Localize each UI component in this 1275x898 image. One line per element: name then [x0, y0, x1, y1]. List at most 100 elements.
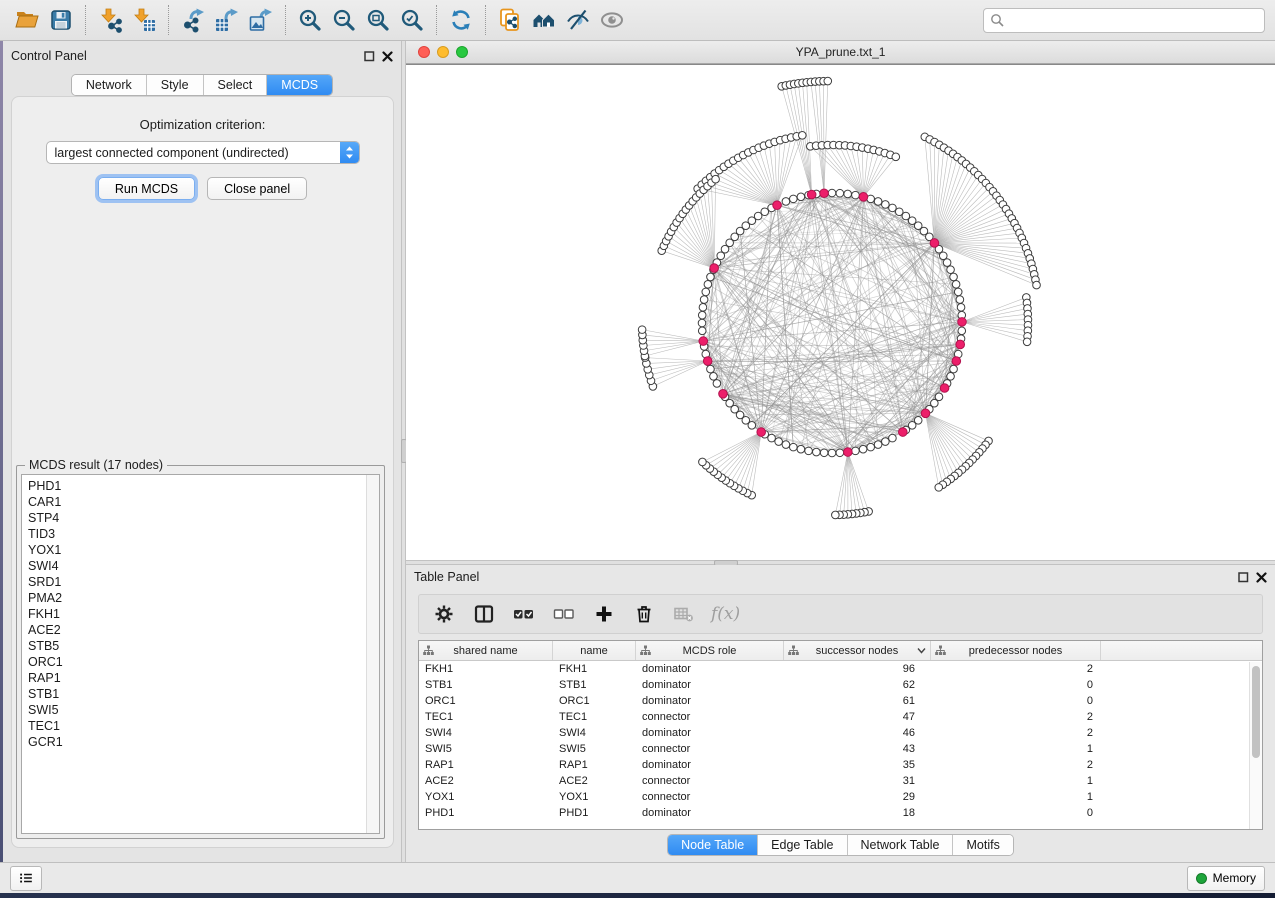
- mcds-hub-node[interactable]: [921, 409, 930, 418]
- network-node[interactable]: [882, 201, 890, 209]
- network-node[interactable]: [958, 327, 966, 335]
- save-icon[interactable]: [44, 4, 78, 36]
- column-header-shared-name[interactable]: shared name: [419, 641, 553, 660]
- search-field[interactable]: [983, 8, 1265, 33]
- mcds-result-item[interactable]: PHD1: [28, 478, 379, 494]
- tab-network-table[interactable]: Network Table: [848, 835, 954, 855]
- close-panel-icon[interactable]: [1256, 572, 1267, 583]
- select-all-rows-icon[interactable]: [511, 601, 537, 627]
- mcds-result-item[interactable]: SWI4: [28, 558, 379, 574]
- mcds-result-item[interactable]: YOX1: [28, 542, 379, 558]
- column-header-predecessor-nodes[interactable]: predecessor nodes: [931, 641, 1101, 660]
- table-row[interactable]: PHD1PHD1dominator180: [419, 805, 1262, 821]
- mcds-hub-node[interactable]: [899, 428, 908, 437]
- network-node[interactable]: [874, 198, 882, 206]
- export-network-icon[interactable]: [176, 4, 210, 36]
- table-row[interactable]: ACE2ACE2connector311: [419, 773, 1262, 789]
- network-node[interactable]: [828, 449, 836, 457]
- network-node[interactable]: [950, 273, 958, 281]
- network-node[interactable]: [852, 191, 860, 199]
- mcds-hub-node[interactable]: [703, 357, 712, 366]
- create-column-icon[interactable]: [591, 601, 617, 627]
- network-node[interactable]: [889, 204, 897, 212]
- network-node[interactable]: [710, 373, 718, 381]
- mcds-hub-node[interactable]: [773, 201, 782, 210]
- mcds-hub-node[interactable]: [952, 357, 961, 366]
- network-overview-icon[interactable]: [527, 4, 561, 36]
- mcds-list-scrollbar[interactable]: [366, 475, 379, 833]
- network-node[interactable]: [782, 198, 790, 206]
- network-node[interactable]: [790, 443, 798, 451]
- mcds-result-item[interactable]: PMA2: [28, 590, 379, 606]
- network-node[interactable]: [956, 296, 964, 304]
- deselect-all-rows-icon[interactable]: [551, 601, 577, 627]
- network-node[interactable]: [707, 365, 715, 373]
- network-node[interactable]: [797, 445, 805, 453]
- table-row[interactable]: TEC1TEC1connector472: [419, 709, 1262, 725]
- mcds-hub-node[interactable]: [958, 318, 967, 327]
- network-node[interactable]: [768, 434, 776, 442]
- network-node[interactable]: [813, 448, 821, 456]
- zoom-out-icon[interactable]: [327, 4, 361, 36]
- mcds-result-item[interactable]: STB5: [28, 638, 379, 654]
- show-columns-icon[interactable]: [471, 601, 497, 627]
- export-image-icon[interactable]: [244, 4, 278, 36]
- network-node[interactable]: [698, 319, 706, 327]
- network-node[interactable]: [700, 296, 708, 304]
- export-table-icon[interactable]: [210, 4, 244, 36]
- network-node[interactable]: [797, 193, 805, 201]
- network-node[interactable]: [852, 447, 860, 455]
- network-node[interactable]: [698, 327, 706, 335]
- network-node[interactable]: [698, 311, 706, 319]
- network-node[interactable]: [957, 304, 965, 312]
- network-node[interactable]: [950, 365, 958, 373]
- network-node[interactable]: [859, 445, 867, 453]
- tab-network[interactable]: Network: [72, 75, 147, 95]
- network-node[interactable]: [699, 458, 707, 466]
- mcds-hub-node[interactable]: [699, 337, 708, 346]
- table-row[interactable]: RAP1RAP1dominator352: [419, 757, 1262, 773]
- mcds-result-item[interactable]: STP4: [28, 510, 379, 526]
- network-node[interactable]: [790, 195, 798, 203]
- mcds-hub-node[interactable]: [859, 193, 868, 202]
- zoom-fit-icon[interactable]: [361, 4, 395, 36]
- table-row[interactable]: FKH1FKH1dominator962: [419, 661, 1262, 677]
- network-node[interactable]: [638, 326, 646, 334]
- mcds-result-item[interactable]: CAR1: [28, 494, 379, 510]
- show-panels-list-button[interactable]: [10, 866, 42, 891]
- mcds-result-item[interactable]: TID3: [28, 526, 379, 542]
- table-row[interactable]: YOX1YOX1connector291: [419, 789, 1262, 805]
- network-window-titlebar[interactable]: YPA_prune.txt_1: [406, 41, 1275, 64]
- table-row[interactable]: SWI5SWI5connector431: [419, 741, 1262, 757]
- mcds-hub-node[interactable]: [940, 384, 949, 393]
- mcds-hub-node[interactable]: [719, 390, 728, 399]
- import-table-icon[interactable]: [127, 4, 161, 36]
- tab-style[interactable]: Style: [147, 75, 204, 95]
- network-node[interactable]: [836, 449, 844, 457]
- network-node[interactable]: [939, 252, 947, 260]
- zoom-selected-icon[interactable]: [395, 4, 429, 36]
- table-settings-gear-icon[interactable]: [431, 601, 457, 627]
- network-node[interactable]: [699, 304, 707, 312]
- mcds-hub-node[interactable]: [844, 448, 853, 457]
- column-header-name[interactable]: name: [553, 641, 636, 660]
- network-node[interactable]: [954, 288, 962, 296]
- mcds-hub-node[interactable]: [820, 189, 829, 198]
- mcds-result-item[interactable]: ACE2: [28, 622, 379, 638]
- table-row[interactable]: ORC1ORC1dominator610: [419, 693, 1262, 709]
- clone-network-icon[interactable]: [493, 4, 527, 36]
- network-node[interactable]: [892, 153, 900, 161]
- mcds-result-item[interactable]: SWI5: [28, 702, 379, 718]
- network-node[interactable]: [805, 447, 813, 455]
- tab-motifs[interactable]: Motifs: [953, 835, 1012, 855]
- network-canvas[interactable]: [406, 64, 1275, 560]
- network-node[interactable]: [947, 373, 955, 381]
- mcds-result-item[interactable]: SRD1: [28, 574, 379, 590]
- network-node[interactable]: [867, 443, 875, 451]
- column-header-mcds-role[interactable]: MCDS role: [636, 641, 784, 660]
- network-node[interactable]: [782, 441, 790, 449]
- float-panel-icon[interactable]: [1238, 572, 1249, 583]
- network-node[interactable]: [707, 273, 715, 281]
- close-panel-button[interactable]: Close panel: [207, 177, 307, 200]
- open-file-icon[interactable]: [10, 4, 44, 36]
